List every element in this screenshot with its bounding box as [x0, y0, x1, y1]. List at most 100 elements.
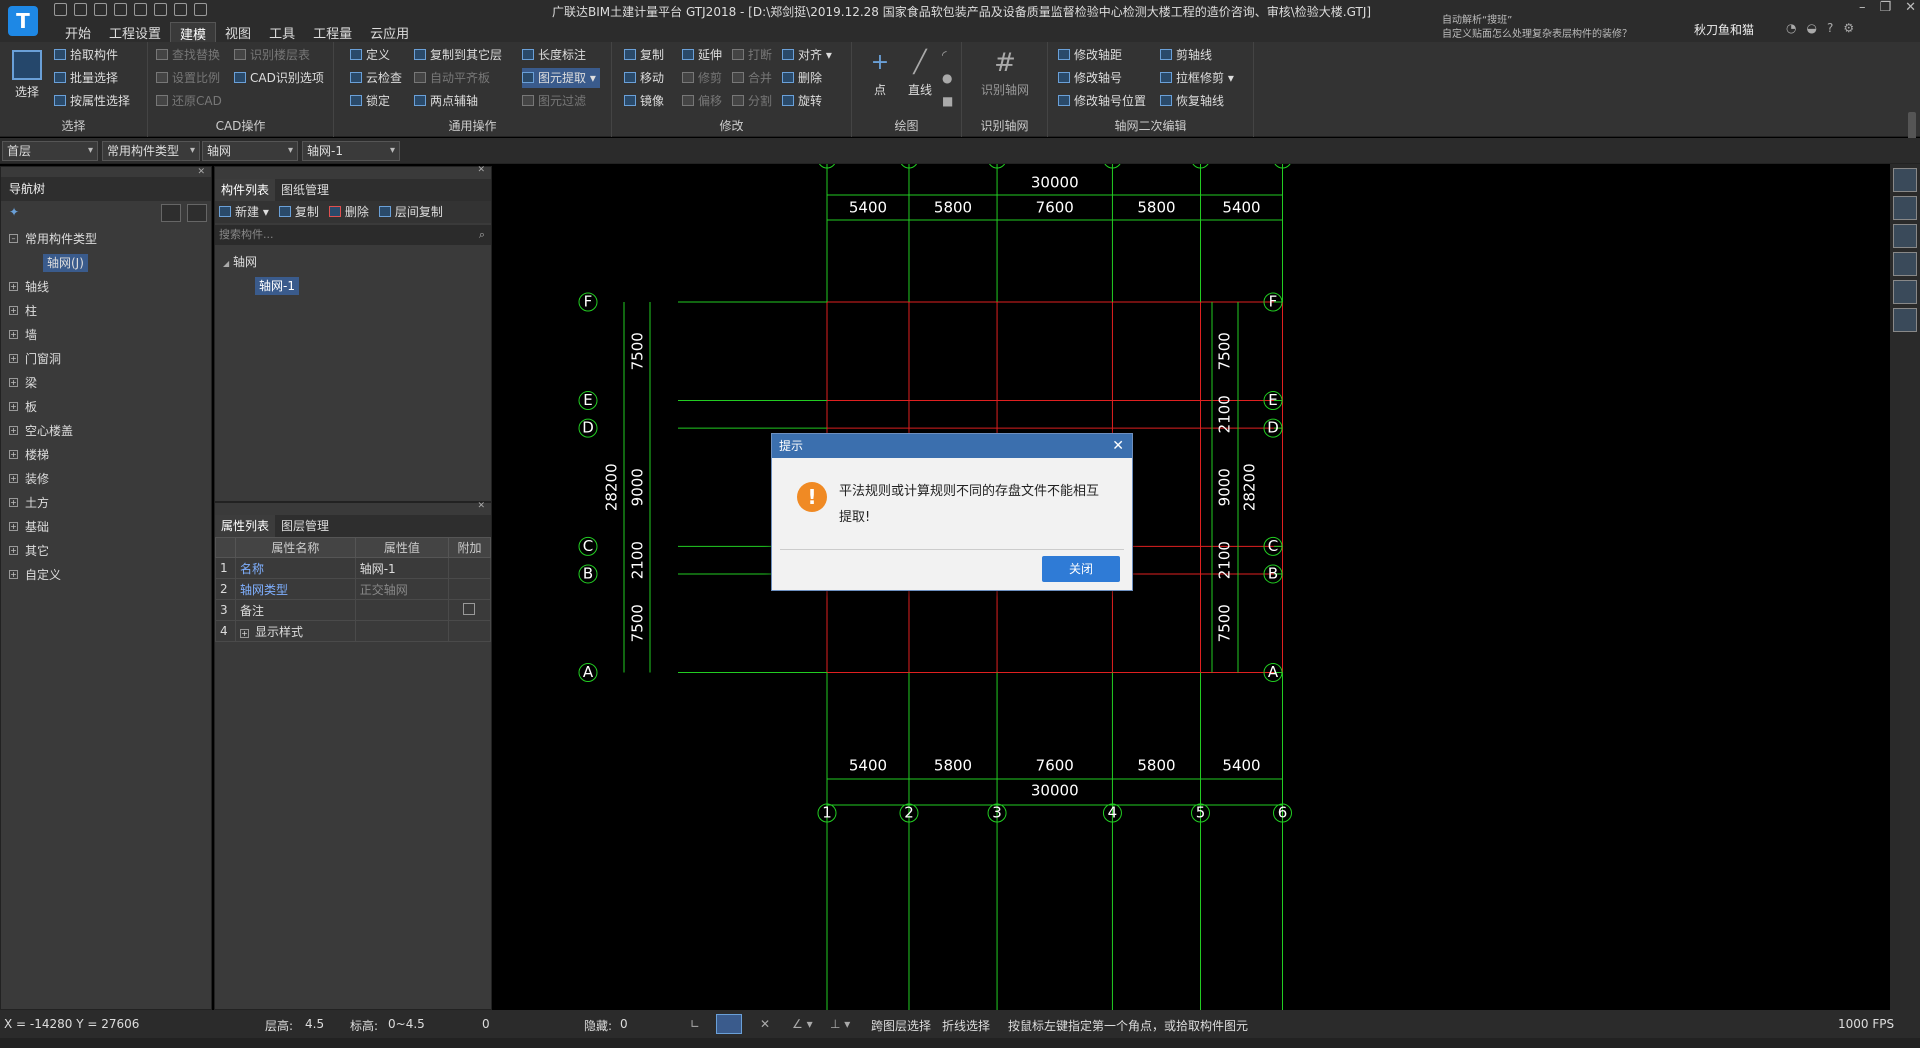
- expand-icon[interactable]: +: [9, 522, 18, 531]
- tab-component-list[interactable]: 构件列表: [215, 179, 276, 201]
- box-trim-button[interactable]: 拉框修剪 ▾: [1160, 68, 1234, 88]
- collapse-arrow-icon[interactable]: ◢: [223, 259, 229, 268]
- instance-select[interactable]: 轴网-1: [302, 141, 400, 161]
- chat-icon[interactable]: ◒: [1806, 21, 1816, 35]
- expand-icon[interactable]: +: [9, 402, 18, 411]
- floor-select[interactable]: 首层: [2, 141, 98, 161]
- tree-item[interactable]: + 楼梯: [1, 443, 211, 467]
- pin-icon[interactable]: ✦: [9, 205, 19, 219]
- list-view-icon[interactable]: [161, 204, 181, 222]
- auto-align-slab-button[interactable]: 自动平齐板: [414, 68, 490, 88]
- component-select[interactable]: 轴网: [202, 141, 298, 161]
- expand-icon[interactable]: +: [9, 378, 18, 387]
- table-row[interactable]: 2 轴网类型 正交轴网: [215, 578, 491, 600]
- copy-component-button[interactable]: 复制: [278, 201, 319, 223]
- table-row[interactable]: 3 备注: [215, 599, 491, 621]
- element-extract-button[interactable]: 图元提取 ▾: [522, 68, 600, 88]
- trim-button[interactable]: 修剪: [682, 68, 722, 88]
- tree-item[interactable]: + 其它: [1, 539, 211, 563]
- redo-icon[interactable]: [134, 3, 147, 16]
- dialog-close-button[interactable]: 关闭: [1042, 556, 1120, 582]
- set-scale-button[interactable]: 设置比例: [156, 68, 220, 88]
- new-file-icon[interactable]: [54, 3, 67, 16]
- layers-icon[interactable]: [1893, 308, 1917, 332]
- tab-property-list[interactable]: 属性列表: [215, 515, 276, 537]
- copy-between-floors-button[interactable]: 层间复制: [378, 201, 443, 223]
- collapse-icon[interactable]: –: [9, 234, 18, 243]
- expand-icon[interactable]: +: [9, 426, 18, 435]
- expand-icon[interactable]: +: [9, 354, 18, 363]
- save-icon[interactable]: [94, 3, 107, 16]
- expand-icon[interactable]: +: [9, 330, 18, 339]
- tree-item[interactable]: + 基础: [1, 515, 211, 539]
- circle-tool-icon[interactable]: ●: [942, 68, 952, 88]
- new-component-button[interactable]: 新建 ▾: [219, 201, 269, 223]
- tab-modeling[interactable]: 建模: [170, 22, 217, 43]
- bell-icon[interactable]: ◔: [1786, 21, 1796, 35]
- tree-view-icon[interactable]: [187, 204, 207, 222]
- element-filter-button[interactable]: 图元过滤: [522, 91, 586, 111]
- component-group[interactable]: ◢ 轴网: [223, 251, 483, 275]
- modify-axis-number-button[interactable]: 修改轴号: [1058, 68, 1122, 88]
- expand-icon[interactable]: +: [9, 570, 18, 579]
- tree-item[interactable]: + 墙: [1, 323, 211, 347]
- cube-icon[interactable]: [1893, 252, 1917, 276]
- offset-button[interactable]: 偏移: [682, 91, 722, 111]
- delete-button[interactable]: 删除: [782, 68, 822, 88]
- tree-item[interactable]: + 装修: [1, 467, 211, 491]
- property-value[interactable]: [354, 599, 450, 621]
- offset-input-icon[interactable]: ⊥ ▾: [830, 1017, 850, 1031]
- cross-icon[interactable]: ✕: [760, 1017, 770, 1031]
- print-icon[interactable]: [194, 3, 207, 16]
- open-file-icon[interactable]: [74, 3, 87, 16]
- move-button[interactable]: 移动: [624, 68, 664, 88]
- tree-item[interactable]: + 梁: [1, 371, 211, 395]
- undo-icon[interactable]: [114, 3, 127, 16]
- property-value[interactable]: 正交轴网: [354, 578, 450, 600]
- expand-icon[interactable]: +: [9, 474, 18, 483]
- tree-item[interactable]: + 门窗洞: [1, 347, 211, 371]
- layer-icon[interactable]: [154, 3, 167, 16]
- view-3d-icon[interactable]: [1893, 224, 1917, 248]
- close-window-icon[interactable]: ✕: [1905, 0, 1916, 15]
- tab-quantity[interactable]: 工程量: [304, 22, 361, 42]
- tab-cloud[interactable]: 云应用: [361, 22, 418, 42]
- complist-close-icon[interactable]: ✕: [477, 165, 485, 175]
- copy-icon[interactable]: [174, 3, 187, 16]
- identify-floor-table-button[interactable]: 识别楼层表: [234, 45, 310, 65]
- two-point-aux-axis-button[interactable]: 两点辅轴: [414, 91, 478, 111]
- lock-button[interactable]: 锁定: [350, 91, 390, 111]
- expand-icon[interactable]: +: [9, 450, 18, 459]
- notification-text[interactable]: 自动解析“搜班” 自定义贴面怎么处理复杂表层构件的装修？: [1442, 14, 1632, 42]
- tree-item[interactable]: + 板: [1, 395, 211, 419]
- align-button[interactable]: 对齐 ▾: [782, 45, 832, 65]
- tab-layer-management[interactable]: 图层管理: [275, 515, 335, 537]
- point-button[interactable]: + 点: [860, 48, 900, 98]
- copy-button[interactable]: 复制: [624, 45, 664, 65]
- component-search-input[interactable]: 搜索构件... ⌕: [215, 225, 491, 245]
- component-type-select[interactable]: 常用构件类型: [102, 141, 200, 161]
- tab-view[interactable]: 视图: [216, 22, 260, 42]
- tab-drawing-management[interactable]: 图纸管理: [275, 179, 335, 201]
- tree-item[interactable]: + 自定义: [1, 563, 211, 587]
- break-button[interactable]: 打断: [732, 45, 772, 65]
- select-by-property-button[interactable]: 按属性选择: [54, 91, 130, 111]
- define-button[interactable]: 定义: [350, 45, 390, 65]
- expand-icon[interactable]: +: [9, 546, 18, 555]
- tree-item[interactable]: + 土方: [1, 491, 211, 515]
- restore-axis-button[interactable]: 恢复轴线: [1160, 91, 1224, 111]
- tab-start[interactable]: 开始: [56, 22, 100, 42]
- rotate-button[interactable]: 旋转: [782, 91, 822, 111]
- tree-root[interactable]: – 常用构件类型: [1, 227, 211, 251]
- tree-node-axis-grid[interactable]: 轴网(J): [1, 251, 211, 275]
- batch-select-button[interactable]: 批量选择: [54, 68, 118, 88]
- rect-tool-icon[interactable]: ■: [942, 91, 953, 111]
- search-icon[interactable]: ⌕: [479, 225, 485, 245]
- select-button[interactable]: 选择: [8, 50, 46, 100]
- component-item[interactable]: 轴网-1: [255, 275, 483, 297]
- view-2d-icon[interactable]: [1893, 196, 1917, 220]
- restore-cad-button[interactable]: 还原CAD: [156, 91, 222, 111]
- table-row[interactable]: 4 + 显示样式: [215, 620, 491, 642]
- axis-grid-drawing[interactable]: 112233445566FFEEDDCCBBAA3000054005800760…: [438, 149, 1890, 1010]
- ortho-icon[interactable]: ∟: [690, 1017, 700, 1031]
